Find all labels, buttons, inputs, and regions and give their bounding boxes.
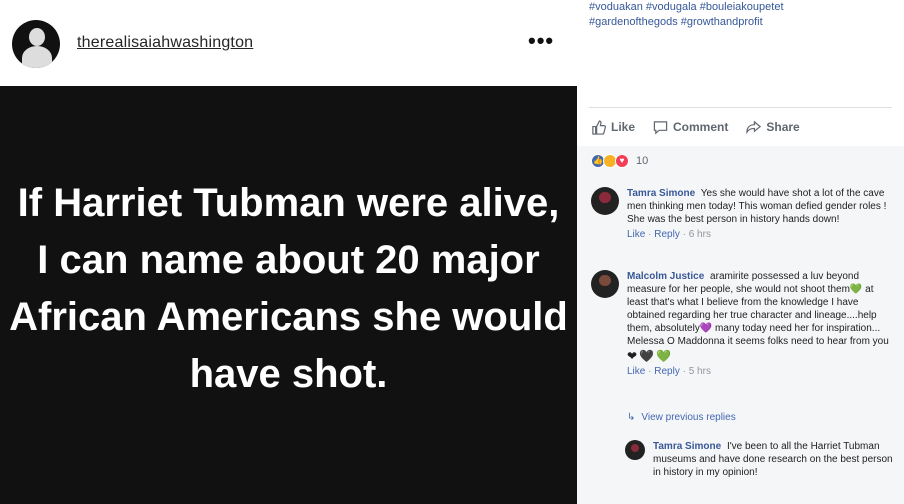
thumbs-up-icon xyxy=(592,119,606,135)
post-header: therealisaiahwashington ••• xyxy=(0,0,577,86)
hashtags-line-2[interactable]: #gardenofthegods #growthandprofit xyxy=(589,15,899,30)
replier-avatar[interactable] xyxy=(625,440,645,460)
quote-text: If Harriet Tubman were alive, I can name… xyxy=(9,181,568,396)
post-body: #voduakan #vodugala #bouleiakoupetet #ga… xyxy=(577,0,904,108)
post-actions: Like Comment Share xyxy=(577,108,904,146)
avatar[interactable] xyxy=(12,20,60,68)
heart-emojis: ❤🖤💚 xyxy=(627,349,673,363)
view-replies-link[interactable]: View previous replies xyxy=(641,412,735,423)
share-icon xyxy=(746,120,762,134)
comment-text: aramirite possessed a luv beyond measure… xyxy=(627,271,889,347)
comment-reply-link[interactable]: Reply xyxy=(654,366,680,377)
reaction-summary[interactable]: 👍 ♥ 10 xyxy=(591,154,648,168)
share-button[interactable]: Share xyxy=(746,120,800,135)
replier-name[interactable]: Tamra Simone xyxy=(653,441,721,452)
reply-item: Tamra Simone I've been to all the Harrie… xyxy=(625,440,893,479)
like-button[interactable]: Like xyxy=(591,119,636,135)
more-options-icon[interactable]: ••• xyxy=(528,28,554,54)
commenter-name[interactable]: Tamra Simone xyxy=(627,188,695,199)
comment-label: Comment xyxy=(673,120,729,134)
comment-like-link[interactable]: Like xyxy=(627,229,645,240)
comment-item: Malcolm Justice aramirite possessed a lu… xyxy=(591,270,891,378)
reaction-count: 10 xyxy=(636,155,649,167)
commenter-avatar[interactable] xyxy=(591,270,619,298)
love-reaction-icon: ♥ xyxy=(615,154,629,168)
like-label: Like xyxy=(611,120,636,134)
comment-like-link[interactable]: Like xyxy=(627,366,645,377)
instagram-post: therealisaiahwashington ••• If Harriet T… xyxy=(0,0,577,504)
commenter-name[interactable]: Malcolm Justice xyxy=(627,271,704,282)
facebook-post: #voduakan #vodugala #bouleiakoupetet #ga… xyxy=(577,0,904,504)
view-replies-row[interactable]: ↳ View previous replies xyxy=(627,412,887,423)
comment-item: Tamra Simone Yes she would have shot a l… xyxy=(591,187,891,241)
username-link[interactable]: therealisaiahwashington xyxy=(77,34,253,52)
comment-reply-link[interactable]: Reply xyxy=(654,229,680,240)
share-label: Share xyxy=(766,120,800,134)
comment-time: 6 hrs xyxy=(688,229,711,240)
comment-button[interactable]: Comment xyxy=(653,120,728,135)
hashtags[interactable]: #voduakan #vodugala #bouleiakoupetet #ga… xyxy=(589,0,899,30)
comment-time: 5 hrs xyxy=(688,366,711,377)
reply-arrow-icon: ↳ xyxy=(627,412,636,423)
comment-icon xyxy=(653,120,668,134)
commenter-avatar[interactable] xyxy=(591,187,619,215)
hashtags-line-1[interactable]: #voduakan #vodugala #bouleiakoupetet xyxy=(589,0,899,15)
quote-image: If Harriet Tubman were alive, I can name… xyxy=(0,86,577,504)
